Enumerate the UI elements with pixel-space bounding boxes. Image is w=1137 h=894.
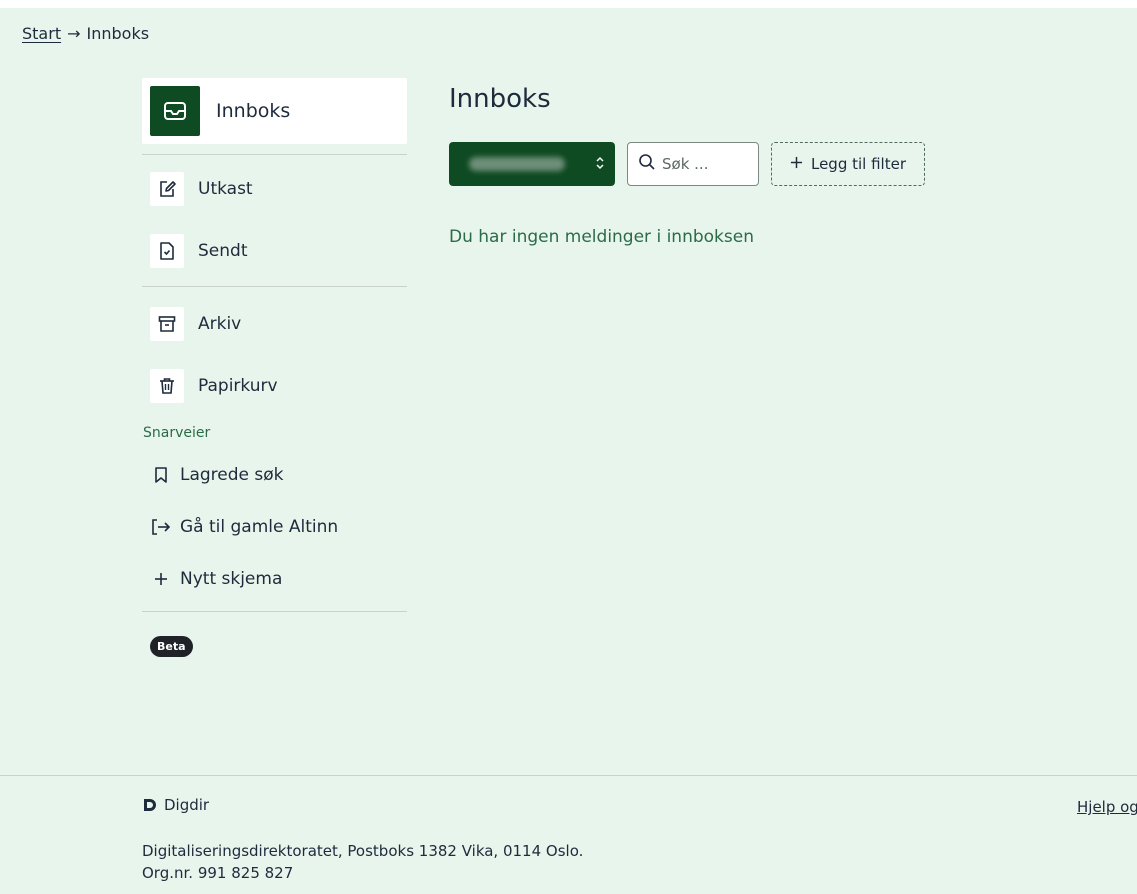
breadcrumb-start-link[interactable]: Start [22,24,61,43]
account-selector[interactable] [449,142,615,186]
plus-icon [150,568,172,590]
sidebar: Innboks Utkast Sendt Arkiv Papirkurv Sna… [142,78,407,657]
edit-icon [150,172,184,206]
sent-file-icon [150,234,184,268]
footer-org-number: Org.nr. 991 825 827 [142,864,294,882]
page-title: Innboks [449,84,551,114]
footer-address: Digitaliseringsdirektoratet, Postboks 13… [142,842,584,860]
trash-icon [150,369,184,403]
breadcrumb-current: Innboks [86,24,150,43]
inbox-icon [150,86,200,136]
empty-inbox-message: Du har ingen meldinger i innboksen [449,227,754,247]
shortcut-label: Gå til gamle Altinn [180,517,339,537]
bookmark-icon [150,464,172,486]
sidebar-item-label: Utkast [198,179,253,199]
search-icon [638,153,656,175]
shortcut-new-form[interactable]: Nytt skjema [142,553,407,605]
shortcuts-heading: Snarveier [143,425,211,441]
chevron-up-down-icon [595,156,605,173]
exit-icon [150,516,172,538]
sidebar-item-inbox[interactable]: Innboks [142,78,407,144]
add-filter-label: Legg til filter [810,155,906,173]
footer-address-block: Digitaliseringsdirektoratet, Postboks 13… [142,840,583,884]
sidebar-item-inbox-label: Innboks [216,100,291,122]
digdir-brand: Digdir [164,796,210,814]
footer-divider [0,775,1137,776]
sidebar-divider [142,611,407,612]
breadcrumb-separator: → [67,24,81,43]
shortcut-label: Lagrede søk [180,465,284,485]
shortcut-old-altinn[interactable]: Gå til gamle Altinn [142,501,407,553]
sidebar-item-sent[interactable]: Sendt [142,220,407,282]
sidebar-item-archive[interactable]: Arkiv [142,293,407,355]
account-name-redacted [469,157,565,171]
sidebar-divider [142,286,407,287]
main-content: Innboks Legg til filter Du [449,84,925,247]
beta-badge: Beta [150,636,193,657]
digdir-logo-icon [144,799,156,811]
archive-icon [150,307,184,341]
sidebar-item-label: Sendt [198,241,248,261]
sidebar-divider [142,154,407,155]
sidebar-item-trash[interactable]: Papirkurv [142,355,407,417]
search-input[interactable] [662,155,752,173]
toolbar: Legg til filter [449,142,925,186]
footer: Digdir Digitaliseringsdirektoratet, Post… [142,796,583,884]
help-link[interactable]: Hjelp og [1077,798,1137,816]
shortcut-saved-searches[interactable]: Lagrede søk [142,449,407,501]
plus-icon [790,155,803,173]
search-field[interactable] [627,142,759,186]
add-filter-button[interactable]: Legg til filter [771,142,925,186]
page-background: Start → Innboks Innboks Utkast Sendt Ark… [0,8,1137,894]
sidebar-item-label: Arkiv [198,314,242,334]
shortcut-label: Nytt skjema [180,569,283,589]
digdir-logo: Digdir [142,796,583,814]
breadcrumb: Start → Innboks [22,24,149,43]
sidebar-item-drafts[interactable]: Utkast [142,158,407,220]
sidebar-item-label: Papirkurv [198,376,278,396]
